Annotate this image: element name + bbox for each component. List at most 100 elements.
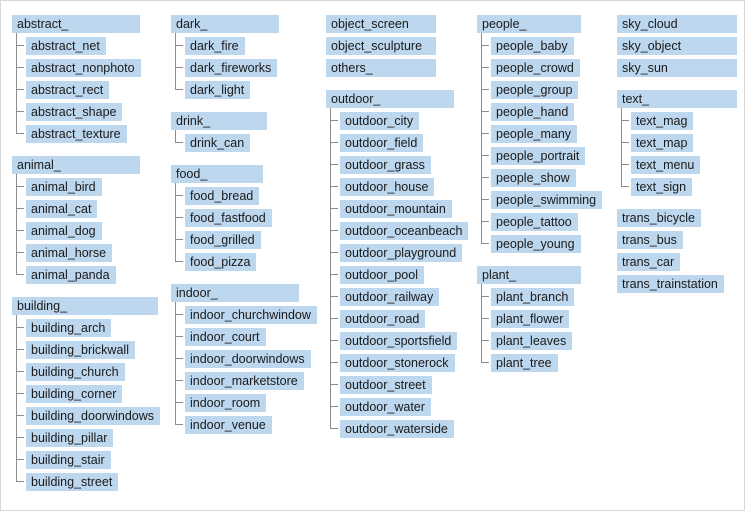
tree-child-node[interactable]: plant_branch (477, 286, 602, 308)
tree-child-node[interactable]: people_baby (477, 35, 602, 57)
tree-leaf-node[interactable]: trans_bus (617, 229, 737, 251)
tree-leaf-node[interactable]: object_sculpture (326, 35, 468, 57)
tree-parent-node[interactable]: indoor_ (171, 282, 317, 304)
node-label: trans_car (617, 252, 681, 271)
tree-parent-node[interactable]: animal_ (12, 154, 160, 176)
tree-parent-node[interactable]: dark_ (171, 13, 317, 35)
tree-leaf-node[interactable]: sky_object (617, 35, 737, 57)
tree-child-node[interactable]: animal_bird (12, 176, 160, 198)
tree-child-node[interactable]: animal_panda (12, 264, 160, 286)
node-label: people_many (491, 124, 578, 143)
tree-child-node[interactable]: abstract_net (12, 35, 160, 57)
tree-parent-node[interactable]: plant_ (477, 264, 602, 286)
tree-child-node[interactable]: building_church (12, 361, 160, 383)
tree-leaf-node[interactable]: sky_sun (617, 57, 737, 79)
node-label: abstract_rect (26, 80, 110, 99)
tree-child-node[interactable]: outdoor_pool (326, 264, 468, 286)
node-label: outdoor_mountain (340, 199, 452, 218)
tree-parent-node[interactable]: people_ (477, 13, 602, 35)
tree-child-node[interactable]: indoor_marketstore (171, 370, 317, 392)
tree-child-node[interactable]: people_portrait (477, 145, 602, 167)
tree-parent-node[interactable]: drink_ (171, 110, 317, 132)
tree-child-node[interactable]: plant_leaves (477, 330, 602, 352)
tree-child-node[interactable]: plant_tree (477, 352, 602, 374)
tree-child-node[interactable]: animal_dog (12, 220, 160, 242)
tree-child-node[interactable]: outdoor_stonerock (326, 352, 468, 374)
tree-child-node[interactable]: outdoor_road (326, 308, 468, 330)
tree-child-node[interactable]: outdoor_grass (326, 154, 468, 176)
tree-child-node[interactable]: people_young (477, 233, 602, 255)
tree-leaf-node[interactable]: sky_cloud (617, 13, 737, 35)
tree-child-node[interactable]: text_mag (617, 110, 737, 132)
tree-parent-node[interactable]: outdoor_ (326, 88, 468, 110)
tree-branch-line (16, 45, 24, 46)
node-label: plant_tree (491, 353, 558, 372)
tree-child-node[interactable]: outdoor_oceanbeach (326, 220, 469, 242)
tree-child-node[interactable]: building_stair (12, 449, 160, 471)
tree-child-node[interactable]: people_tattoo (477, 211, 602, 233)
tree-child-node[interactable]: food_fastfood (171, 207, 317, 229)
tree-child-node[interactable]: outdoor_waterside (326, 418, 468, 440)
tree-child-node[interactable]: building_street (12, 471, 160, 493)
tree-child-node[interactable]: outdoor_water (326, 396, 468, 418)
node-label: outdoor_railway (340, 287, 440, 306)
tree-child-node[interactable]: people_show (477, 167, 602, 189)
tree-child-node[interactable]: building_brickwall (12, 339, 160, 361)
tree-parent-node[interactable]: building_ (12, 295, 160, 317)
tree-child-node[interactable]: people_hand (477, 101, 602, 123)
tree-child-node[interactable]: animal_horse (12, 242, 160, 264)
tree-child-node[interactable]: food_bread (171, 185, 317, 207)
tree-child-node[interactable]: abstract_shape (12, 101, 160, 123)
tree-child-node[interactable]: abstract_rect (12, 79, 160, 101)
tree-child-node[interactable]: people_swimming (477, 189, 603, 211)
tree-branch-line (175, 314, 183, 315)
tree-child-node[interactable]: indoor_room (171, 392, 317, 414)
tree-child-node[interactable]: food_pizza (171, 251, 317, 273)
tree-child-node[interactable]: people_group (477, 79, 602, 101)
tree-child-node[interactable]: animal_cat (12, 198, 160, 220)
tree-child-node[interactable]: outdoor_railway (326, 286, 468, 308)
tree-branch-line (175, 89, 183, 90)
tree-child-node[interactable]: text_sign (617, 176, 737, 198)
tree-child-node[interactable]: dark_fire (171, 35, 317, 57)
node-label: animal_dog (26, 221, 102, 240)
tree-child-node[interactable]: abstract_nonphoto (12, 57, 160, 79)
tree-child-node[interactable]: outdoor_mountain (326, 198, 468, 220)
tree-child-node[interactable]: food_grilled (171, 229, 317, 251)
tree-leaf-node[interactable]: others_ (326, 57, 468, 79)
tree-parent-node[interactable]: text_ (617, 88, 737, 110)
tree-parent-node[interactable]: food_ (171, 163, 317, 185)
tree-child-node[interactable]: indoor_doorwindows (171, 348, 317, 370)
node-label: people_ (477, 14, 581, 33)
tree-branch-line (481, 296, 489, 297)
tree-child-node[interactable]: indoor_court (171, 326, 317, 348)
tree-child-node[interactable]: outdoor_house (326, 176, 468, 198)
tree-leaf-node[interactable]: trans_car (617, 251, 737, 273)
tree-child-node[interactable]: outdoor_city (326, 110, 468, 132)
tree-child-node[interactable]: text_map (617, 132, 737, 154)
tree-group: object_screen (326, 13, 468, 35)
tree-leaf-node[interactable]: object_screen (326, 13, 468, 35)
tree-child-node[interactable]: outdoor_field (326, 132, 468, 154)
tree-child-node[interactable]: plant_flower (477, 308, 602, 330)
tree-child-node[interactable]: building_corner (12, 383, 160, 405)
tree-child-node[interactable]: abstract_texture (12, 123, 160, 145)
tree-child-node[interactable]: text_menu (617, 154, 737, 176)
tree-child-node[interactable]: building_doorwindows (12, 405, 160, 427)
tree-child-node[interactable]: people_many (477, 123, 602, 145)
tree-child-node[interactable]: outdoor_street (326, 374, 468, 396)
tree-child-node[interactable]: people_crowd (477, 57, 602, 79)
tree-leaf-node[interactable]: trans_trainstation (617, 273, 737, 295)
tree-child-node[interactable]: drink_can (171, 132, 317, 154)
tree-child-node[interactable]: building_arch (12, 317, 160, 339)
tree-leaf-node[interactable]: trans_bicycle (617, 207, 737, 229)
tree-child-node[interactable]: dark_fireworks (171, 57, 317, 79)
tree-parent-node[interactable]: abstract_ (12, 13, 160, 35)
tree-child-node[interactable]: dark_light (171, 79, 317, 101)
tree-child-node[interactable]: indoor_venue (171, 414, 317, 436)
tree-child-node[interactable]: indoor_churchwindow (171, 304, 317, 326)
tree-child-node[interactable]: outdoor_playground (326, 242, 468, 264)
tree-child-node[interactable]: outdoor_sportsfield (326, 330, 468, 352)
tree-child-node[interactable]: building_pillar (12, 427, 160, 449)
